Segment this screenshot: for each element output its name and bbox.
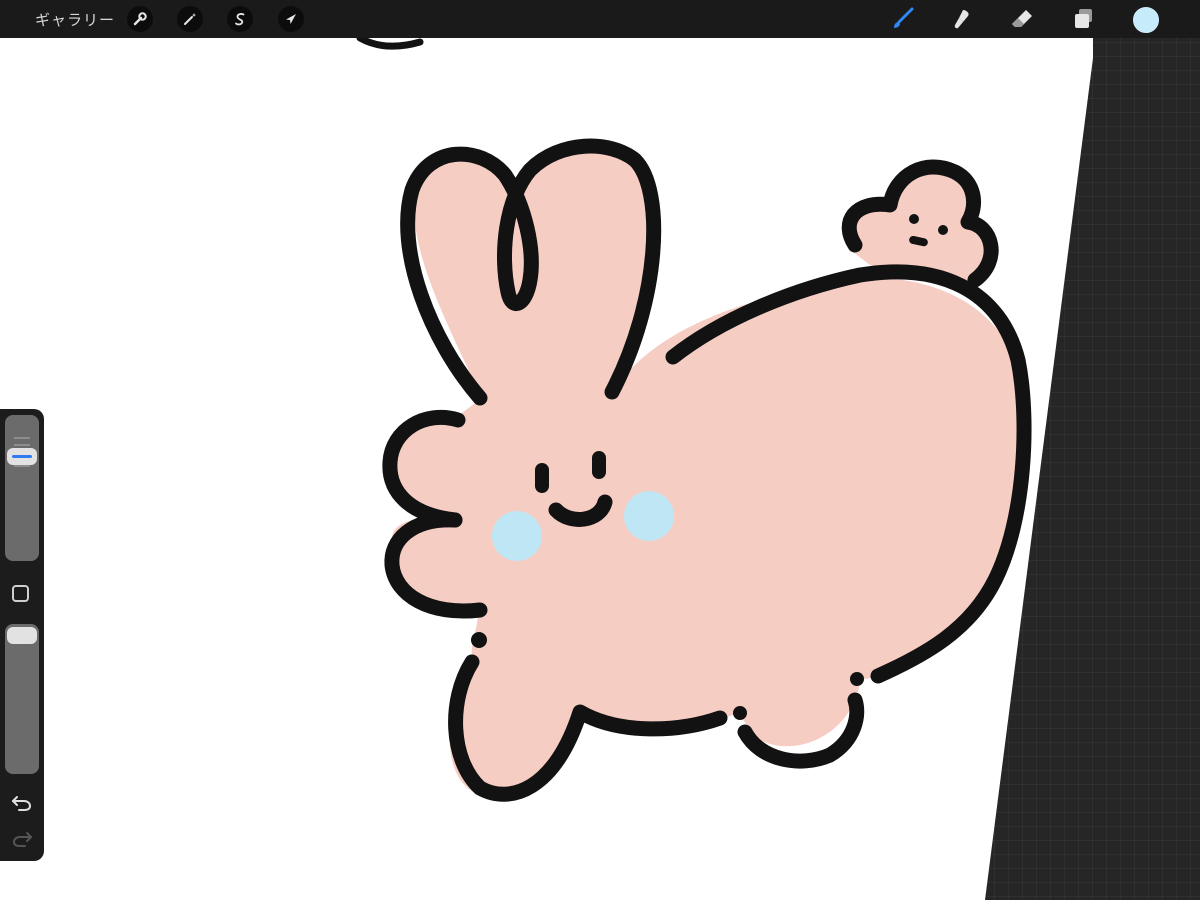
cheek-right: [624, 491, 674, 541]
selection-s-icon: [235, 13, 245, 26]
top-toolbar: ギャラリー: [0, 0, 1200, 38]
wrench-icon: [133, 12, 147, 26]
eraser-icon: [1012, 10, 1032, 27]
arrow-cursor-icon: [286, 14, 296, 24]
left-sidebar: [0, 409, 44, 861]
cheek-left: [492, 511, 542, 561]
brush-opacity-slider[interactable]: [5, 624, 39, 774]
outline-dot: [850, 672, 864, 686]
outline-dot: [733, 706, 747, 720]
outline-dot: [471, 632, 487, 648]
color-picker-button[interactable]: [1133, 7, 1159, 33]
layers-button[interactable]: [1068, 4, 1098, 34]
layers-icon: [1075, 9, 1092, 28]
smudge-button[interactable]: [947, 4, 977, 34]
selection-button[interactable]: [227, 6, 253, 32]
brush-size-slider[interactable]: [5, 415, 39, 561]
transform-button[interactable]: [278, 6, 304, 32]
bunny-eye-left: [535, 463, 549, 493]
modify-button[interactable]: [12, 585, 29, 602]
undo-button[interactable]: [10, 793, 34, 813]
gallery-button[interactable]: ギャラリー: [35, 9, 115, 30]
brush-button[interactable]: [888, 4, 918, 34]
eraser-button[interactable]: [1007, 4, 1037, 34]
smudge-icon: [954, 10, 969, 29]
drawing-canvas[interactable]: [0, 0, 1200, 900]
bunny-eye-right: [592, 451, 606, 479]
brush-opacity-knob[interactable]: [7, 627, 37, 644]
adjustments-button[interactable]: [177, 6, 203, 32]
magic-wand-icon: [184, 13, 196, 25]
actions-button[interactable]: [127, 6, 153, 32]
friend-eye-right: [938, 225, 948, 235]
brush-size-knob[interactable]: [7, 448, 37, 465]
redo-button[interactable]: [10, 829, 34, 849]
friend-eye-left: [909, 214, 919, 224]
brush-icon: [894, 7, 914, 28]
